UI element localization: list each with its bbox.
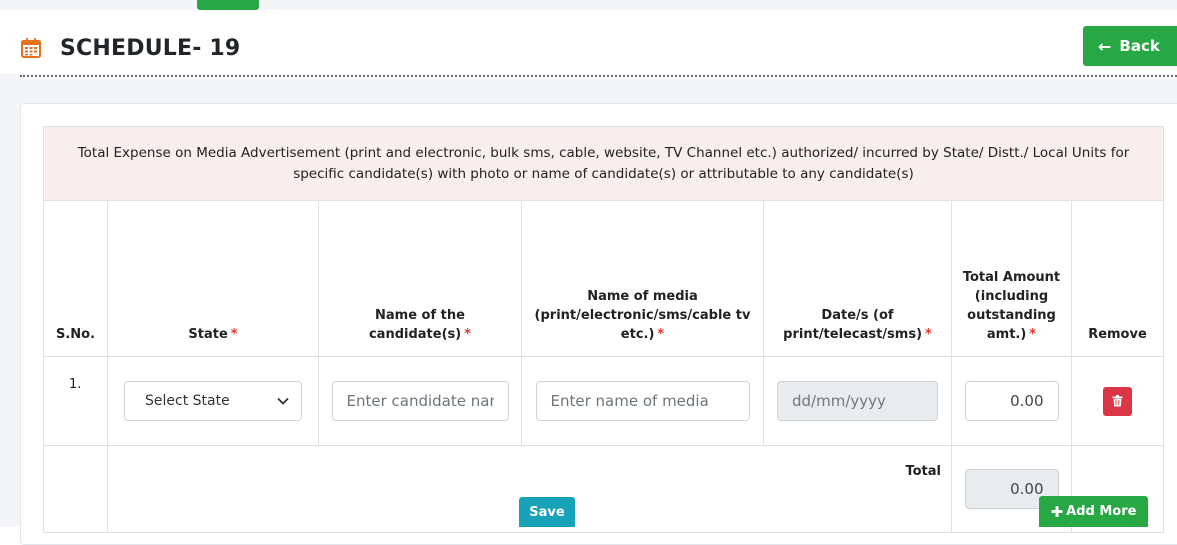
column-header-remove: Remove (1071, 200, 1164, 357)
add-more-label: Add More (1066, 504, 1137, 519)
back-button[interactable]: ← Back (1083, 26, 1177, 66)
state-select-value: Select State (145, 393, 230, 409)
required-mark: * (230, 327, 238, 342)
trash-icon (1112, 395, 1123, 407)
table-caption: Total Expense on Media Advertisement (pr… (43, 126, 1164, 201)
arrow-left-icon: ← (1098, 36, 1112, 56)
candidate-cell: Enter candidate name (318, 356, 522, 446)
amount-input[interactable]: 0.00 (964, 381, 1059, 421)
column-header-state: State * (107, 200, 319, 357)
chevron-down-icon (277, 397, 289, 405)
required-mark: * (464, 327, 472, 342)
dotted-divider (20, 75, 1177, 77)
column-header-date: Date/s (of print/telecast/sms) * (763, 200, 952, 357)
amount-cell: 0.00 (951, 356, 1072, 446)
media-cell: Enter name of media (521, 356, 764, 446)
total-row: Total 0.00 (43, 445, 1164, 533)
required-mark: * (657, 327, 665, 342)
state-select[interactable]: Select State (124, 381, 302, 421)
date-input[interactable]: dd/mm/yyyy (777, 381, 938, 421)
page-header: SCHEDULE- 19 (0, 10, 1177, 74)
required-mark: * (925, 327, 932, 342)
schedule-table: Total Expense on Media Advertisement (pr… (43, 126, 1164, 533)
table-row: 1. Select State Enter candidate name Ent… (43, 356, 1164, 446)
plus-icon: ✚ (1050, 502, 1064, 521)
column-header-sno: S.No. (43, 200, 108, 357)
media-name-input[interactable]: Enter name of media (535, 381, 750, 421)
total-row-empty (43, 445, 108, 533)
column-header-amount: Total Amount (including outstanding amt.… (951, 200, 1072, 357)
add-more-button[interactable]: ✚ Add More (1039, 496, 1148, 527)
column-header-candidate: Name of the candidate(s) * (318, 200, 522, 357)
remove-row-button[interactable] (1103, 386, 1132, 416)
save-button[interactable]: Save (519, 497, 575, 527)
calendar-icon (21, 38, 41, 58)
required-mark: * (1029, 327, 1037, 342)
page-title: SCHEDULE- 19 (60, 36, 241, 61)
candidate-name-input[interactable]: Enter candidate name (331, 381, 509, 421)
remove-cell (1071, 356, 1164, 446)
column-header-media: Name of media (print/electronic/sms/cabl… (521, 200, 764, 357)
top-green-tab[interactable] (197, 0, 259, 10)
row-sno: 1. (43, 356, 108, 446)
date-cell: dd/mm/yyyy (763, 356, 952, 446)
back-button-label: Back (1119, 37, 1160, 55)
state-cell: Select State (107, 356, 319, 446)
